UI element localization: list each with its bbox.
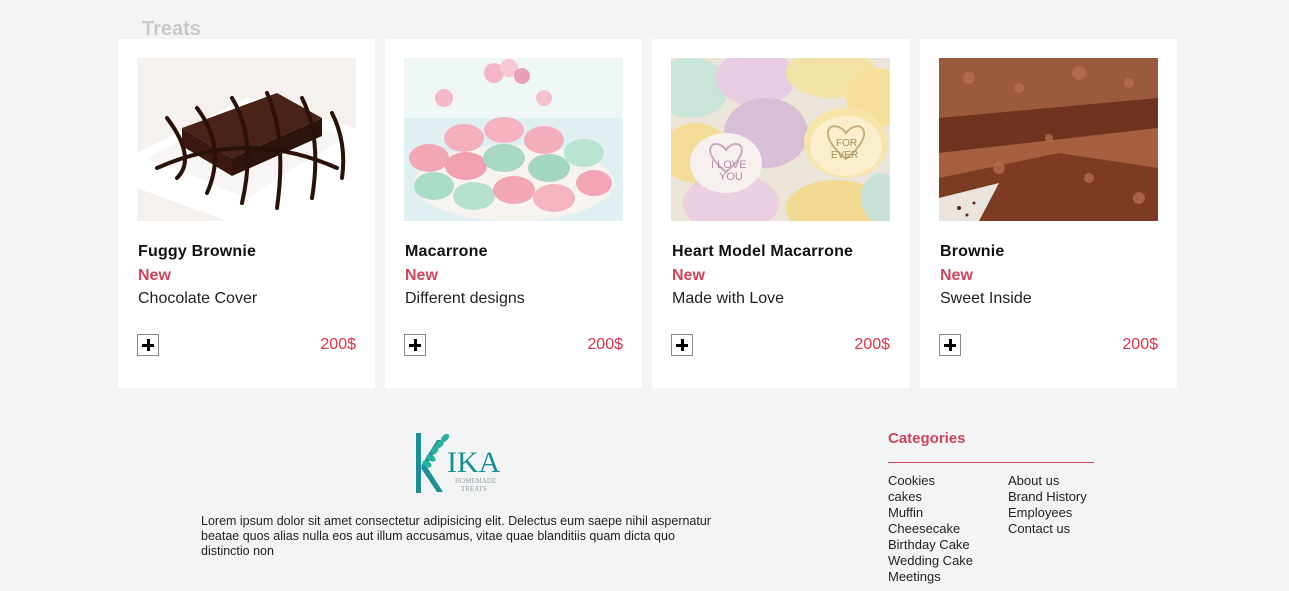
category-link-wedding-cake[interactable]: Wedding Cake bbox=[888, 553, 973, 569]
kika-logo[interactable]: IKA HOMEMADE TREATS bbox=[413, 428, 517, 498]
product-description: Made with Love bbox=[672, 290, 785, 307]
product-card: I LOVE YOU FOR EVER Heart Model Macarron… bbox=[652, 39, 909, 388]
product-card: Fuggy Brownie New Chocolate Cover 200$ bbox=[118, 39, 375, 388]
add-to-cart-button[interactable] bbox=[404, 334, 426, 356]
plus-icon-stroke bbox=[146, 339, 150, 351]
new-badge: New bbox=[672, 267, 705, 284]
product-name: Heart Model Macarrone bbox=[672, 243, 854, 260]
category-link-cakes[interactable]: cakes bbox=[888, 489, 973, 505]
contact-us-link[interactable]: Contact us bbox=[1008, 521, 1087, 537]
svg-text:HOMEMADE: HOMEMADE bbox=[455, 477, 496, 485]
employees-link[interactable]: Employees bbox=[1008, 505, 1087, 521]
svg-text:I LOVE: I LOVE bbox=[711, 159, 746, 171]
category-link-meetings[interactable]: Meetings bbox=[888, 569, 973, 585]
product-image-macarons bbox=[404, 58, 623, 221]
section-title: Treats bbox=[142, 18, 201, 40]
company-links-list: About us Brand History Employees Contact… bbox=[1008, 473, 1087, 537]
product-description: Sweet Inside bbox=[940, 290, 1032, 307]
product-price: 200$ bbox=[1122, 336, 1158, 353]
product-card: Brownie New Sweet Inside 200$ bbox=[920, 39, 1177, 388]
product-price: 200$ bbox=[854, 336, 890, 353]
product-price: 200$ bbox=[587, 336, 623, 353]
product-description: Different designs bbox=[405, 290, 525, 307]
category-link-cookies[interactable]: Cookies bbox=[888, 473, 973, 489]
new-badge: New bbox=[138, 267, 171, 284]
categories-title: Categories bbox=[888, 430, 966, 447]
svg-text:YOU: YOU bbox=[719, 171, 743, 183]
product-name: Fuggy Brownie bbox=[138, 243, 257, 260]
new-badge: New bbox=[405, 267, 438, 284]
category-link-cheesecake[interactable]: Cheesecake bbox=[888, 521, 973, 537]
add-to-cart-button[interactable] bbox=[671, 334, 693, 356]
brand-history-link[interactable]: Brand History bbox=[1008, 489, 1087, 505]
product-image-heart-candies: I LOVE YOU FOR EVER bbox=[671, 58, 890, 221]
product-price: 200$ bbox=[320, 336, 356, 353]
product-image-brownie bbox=[137, 58, 356, 221]
svg-text:EVER: EVER bbox=[831, 150, 858, 161]
product-name: Macarrone bbox=[405, 243, 488, 260]
category-link-muffin[interactable]: Muffin bbox=[888, 505, 973, 521]
categories-divider bbox=[888, 462, 1094, 463]
svg-text:FOR: FOR bbox=[836, 138, 857, 149]
product-name: Brownie bbox=[940, 243, 1005, 260]
add-to-cart-button[interactable] bbox=[939, 334, 961, 356]
categories-list: Cookies cakes Muffin Cheesecake Birthday… bbox=[888, 473, 973, 585]
plus-icon-stroke bbox=[948, 339, 952, 351]
product-description: Chocolate Cover bbox=[138, 290, 258, 307]
new-badge: New bbox=[940, 267, 973, 284]
footer-description: Lorem ipsum dolor sit amet consectetur a… bbox=[201, 514, 711, 558]
about-us-link[interactable]: About us bbox=[1008, 473, 1087, 489]
plus-icon-stroke bbox=[680, 339, 684, 351]
svg-text:TREATS: TREATS bbox=[461, 485, 487, 493]
add-to-cart-button[interactable] bbox=[137, 334, 159, 356]
svg-text:IKA: IKA bbox=[447, 446, 501, 479]
category-link-birthday-cake[interactable]: Birthday Cake bbox=[888, 537, 973, 553]
product-image-brownie-slab bbox=[939, 58, 1158, 221]
plus-icon-stroke bbox=[413, 339, 417, 351]
product-card: Macarrone New Different designs 200$ bbox=[385, 39, 642, 388]
